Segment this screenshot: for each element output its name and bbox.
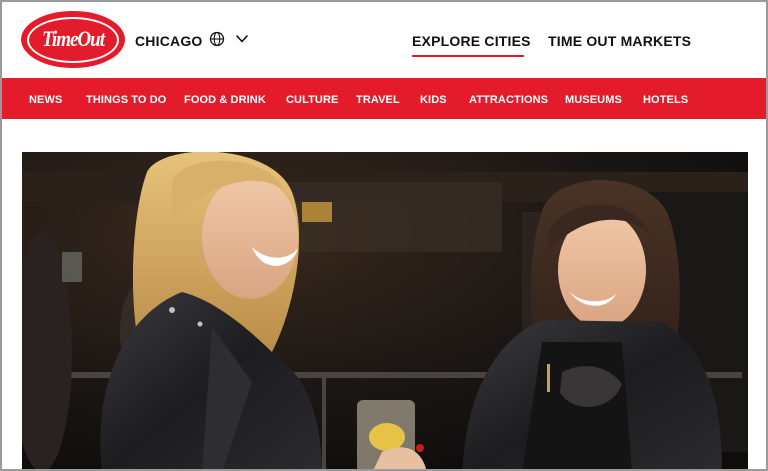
city-selector[interactable]: CHICAGO — [135, 33, 203, 49]
hero-image[interactable] — [22, 152, 748, 469]
time-out-markets-link[interactable]: TIME OUT MARKETS — [548, 33, 691, 49]
site-header: TimeOut CHICAGO EXPLORE CITIES TIME OUT … — [2, 2, 766, 78]
explore-underline — [412, 55, 524, 57]
explore-cities-link[interactable]: EXPLORE CITIES — [412, 33, 531, 49]
nav-travel[interactable]: TRAVEL — [356, 94, 400, 106]
chevron-down-icon[interactable] — [235, 32, 249, 46]
nav-hotels[interactable]: HOTELS — [643, 94, 688, 106]
nav-culture[interactable]: CULTURE — [286, 94, 338, 106]
nav-news[interactable]: NEWS — [29, 94, 62, 106]
nav-museums[interactable]: MUSEUMS — [565, 94, 622, 106]
category-nav: NEWS THINGS TO DO FOOD & DRINK CULTURE T… — [2, 78, 766, 119]
timeout-logo[interactable]: TimeOut — [21, 11, 125, 68]
nav-attractions[interactable]: ATTRACTIONS — [469, 94, 548, 106]
globe-icon[interactable] — [209, 31, 225, 47]
nav-kids[interactable]: KIDS — [420, 94, 447, 106]
browser-frame: TimeOut CHICAGO EXPLORE CITIES TIME OUT … — [0, 0, 768, 471]
logo-ring: TimeOut — [27, 16, 119, 63]
nav-food-drink[interactable]: FOOD & DRINK — [184, 94, 266, 106]
logo-text: TimeOut — [42, 26, 105, 51]
nav-things-to-do[interactable]: THINGS TO DO — [86, 94, 166, 106]
hero-photo — [22, 152, 748, 469]
